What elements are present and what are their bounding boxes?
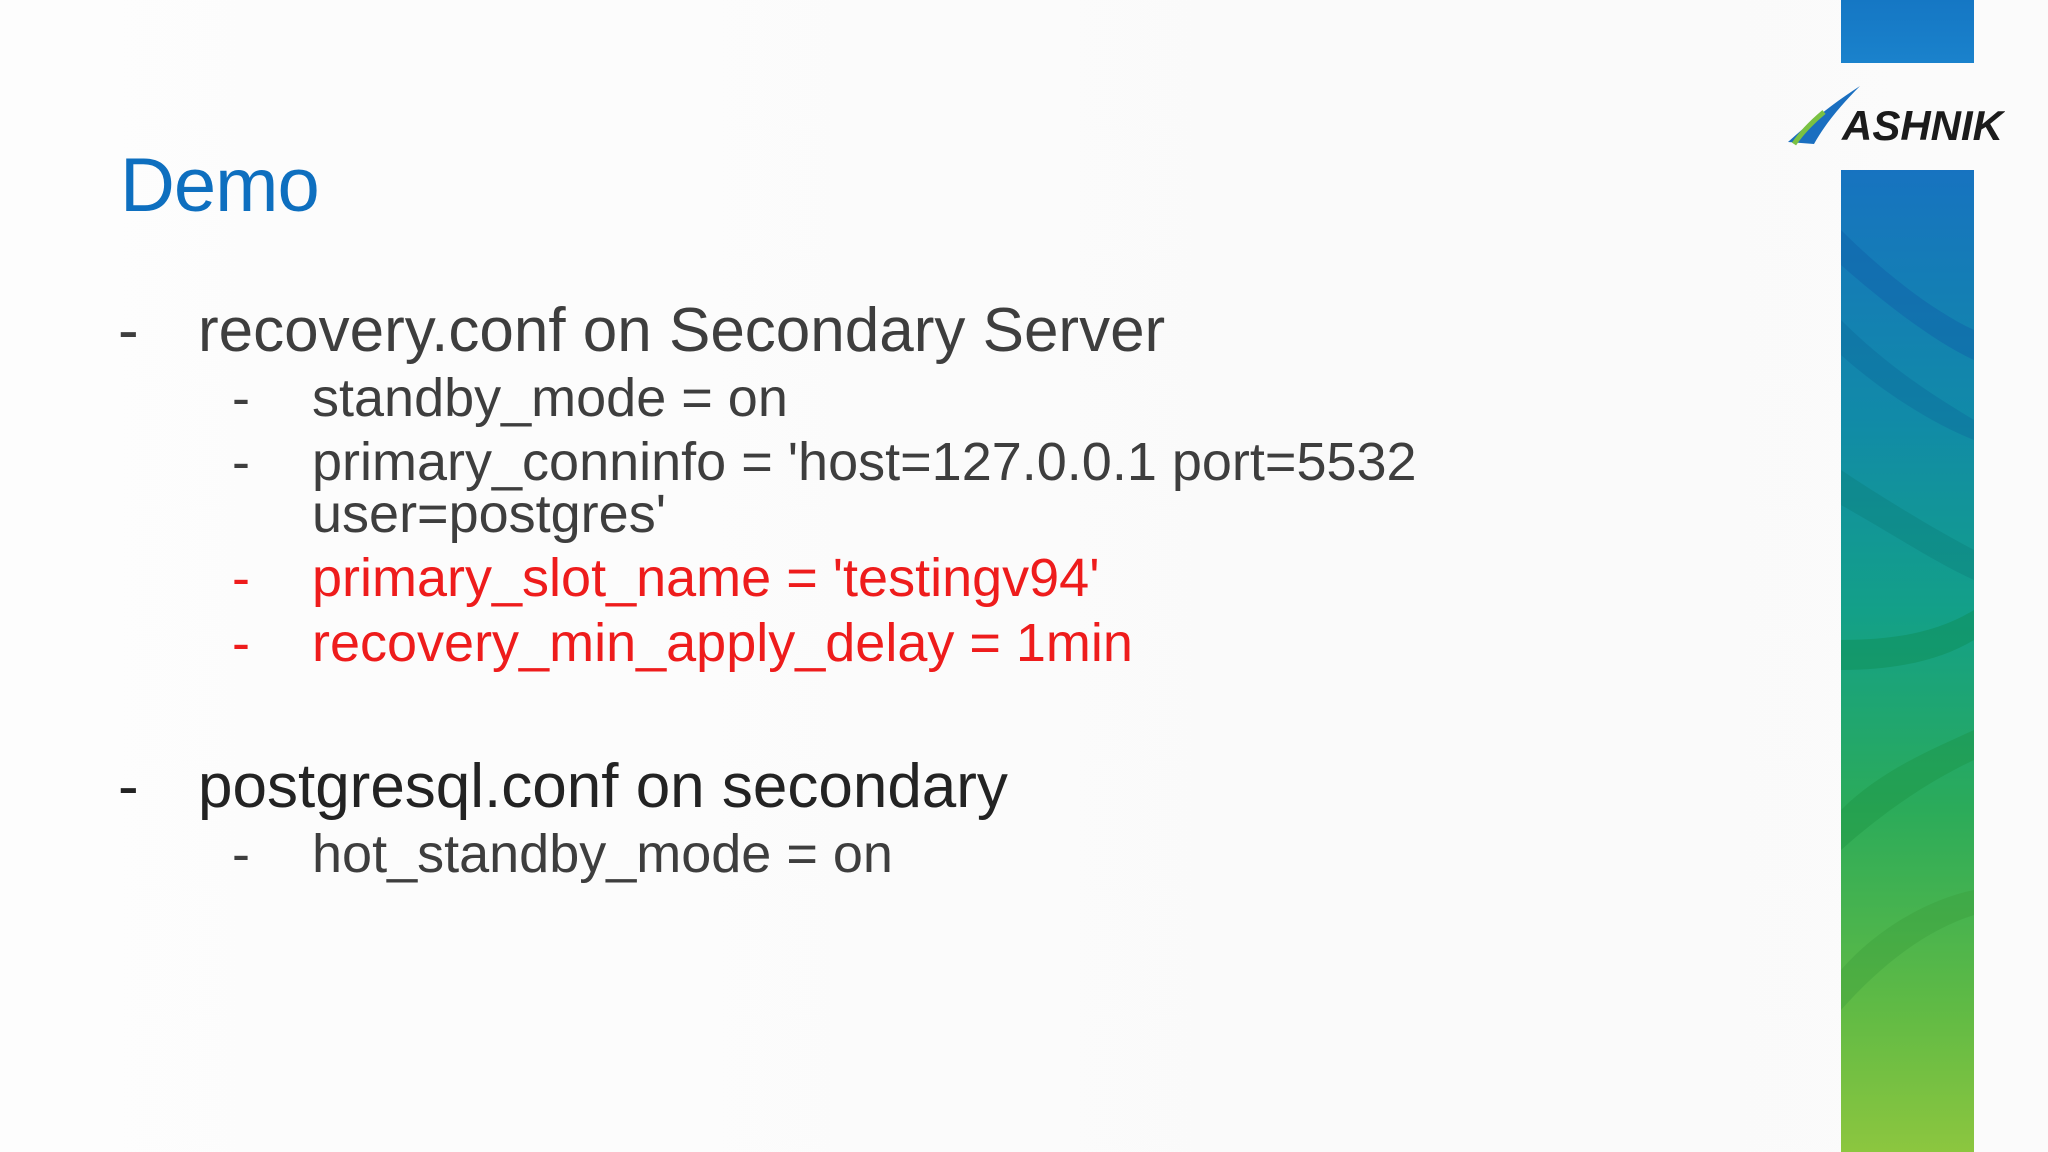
bullet-dash: -	[232, 824, 250, 884]
slide: Demo - recovery.conf on Secondary Server…	[0, 0, 2048, 1152]
bullet-dash: -	[232, 548, 250, 608]
bullet-dash: -	[232, 368, 250, 428]
bullet-list: - recovery.conf on Secondary Server - st…	[0, 0, 1800, 1152]
bullet-text: postgresql.conf on secondary	[198, 752, 1008, 821]
bullet-text-continuation: user=postgres'	[312, 484, 667, 544]
bullet-text: standby_mode = on	[312, 368, 788, 428]
bullet-text: recovery.conf on Secondary Server	[198, 296, 1166, 365]
bullet-text: recovery_min_apply_delay = 1min	[312, 613, 1133, 673]
logo-graphic: ASHNIK	[1788, 86, 2006, 149]
bullet-dash: -	[118, 296, 139, 365]
bullet-text: primary_slot_name = 'testingv94'	[312, 548, 1100, 608]
bullet-dash: -	[232, 613, 250, 673]
bullet-dash: -	[232, 432, 250, 492]
logo-text: ASHNIK	[1841, 102, 2005, 149]
stripe-graphic	[1841, 170, 1974, 1152]
decorative-stripe	[1841, 170, 1974, 1152]
bullet-text: hot_standby_mode = on	[312, 824, 893, 884]
bullet-dash: -	[118, 752, 139, 821]
decorative-stripe-top	[1841, 0, 1974, 63]
ashnik-logo: ASHNIK	[1780, 82, 2006, 152]
bullet-text: primary_conninfo = 'host=127.0.0.1 port=…	[312, 432, 1417, 492]
